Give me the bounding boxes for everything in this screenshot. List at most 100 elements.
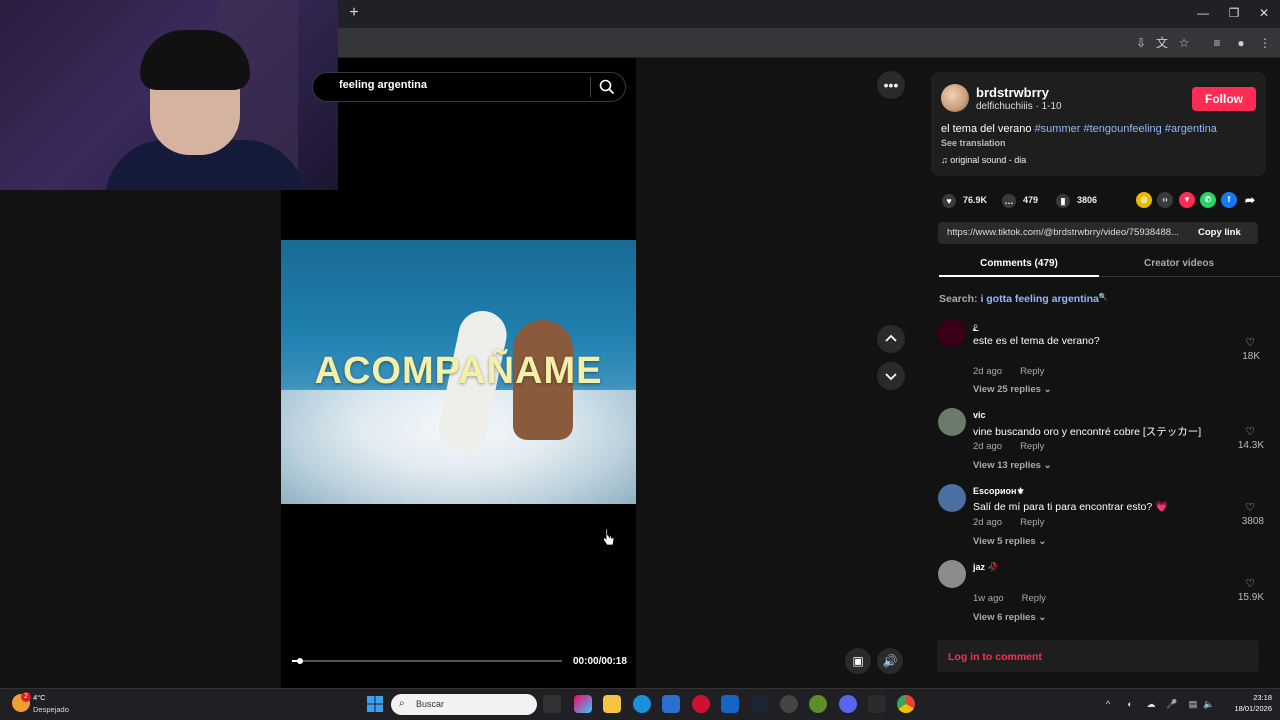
game-icon[interactable] [809,695,827,713]
restore-icon[interactable]: ❐ [1224,5,1244,21]
embed-icon[interactable]: ‹› [1157,192,1173,208]
taskbar-search[interactable] [391,694,537,715]
launcher-icon[interactable] [868,695,886,713]
comment-like-count: 18K [1242,351,1260,362]
comment-avatar[interactable] [938,484,966,512]
opera-icon[interactable] [692,695,710,713]
comment-like-icon[interactable]: ♡ [1243,425,1257,439]
network-icon[interactable]: ▤ [1187,698,1199,710]
copy-link-button[interactable]: Copy link [1198,227,1241,238]
store-icon[interactable] [662,695,680,713]
whatsapp-icon[interactable]: ✆ [1200,192,1216,208]
chrome-icon[interactable] [897,695,915,713]
comment-like-icon[interactable]: ♡ [1243,501,1257,515]
comment-author[interactable]: Escорион⚜ [973,486,1025,497]
login-to-comment-link[interactable]: Log in to comment [948,651,1042,663]
view-replies-button[interactable]: View 5 replies ⌄ [973,536,1046,547]
comment-button[interactable]: … 479 [1002,193,1038,208]
view-replies-label: View 25 replies [973,384,1041,395]
volume-tray-icon[interactable]: 🔈 [1203,698,1215,710]
discord-icon[interactable] [839,695,857,713]
comment-author[interactable]: vic [973,410,986,420]
author-avatar[interactable] [941,84,969,112]
volume-icon[interactable]: 🔊 [877,648,903,674]
profile-icon[interactable]: ● [1232,34,1250,52]
view-replies-button[interactable]: View 6 replies ⌄ [973,612,1046,623]
hashtag-link[interactable]: #argentina [1165,123,1217,135]
hashtag-link[interactable]: #summer [1035,123,1081,135]
search-icon[interactable] [598,78,616,96]
bookmark-star-icon[interactable]: ☆ [1175,34,1193,52]
search-icon: 🔍 [1098,294,1108,301]
comment-avatar[interactable] [938,408,966,436]
copilot-icon[interactable] [574,695,592,713]
comment-like-icon[interactable]: ♡ [1243,577,1257,591]
view-replies-button[interactable]: View 25 replies ⌄ [973,384,1052,395]
translate-icon[interactable]: 文 [1153,34,1171,52]
view-replies-button[interactable]: View 13 replies ⌄ [973,460,1052,471]
reply-button[interactable]: Reply [1020,441,1044,452]
outlook-icon[interactable] [721,695,739,713]
app-icon[interactable] [780,695,798,713]
save-button[interactable]: ▮ 3806 [1056,193,1097,208]
facebook-icon[interactable]: f [1221,192,1237,208]
file-explorer-icon[interactable] [603,695,621,713]
video-progress-track[interactable] [292,660,562,662]
see-translation-link[interactable]: See translation [941,138,1006,148]
task-view-icon[interactable] [543,695,561,713]
search-suggestion[interactable]: Search: i gotta feeling argentina🔍 [939,293,1108,305]
author-subline: delfichuchiiis · 1-10 [976,101,1062,112]
comment-author[interactable]: ౖ [973,320,978,333]
video-controls-area [636,58,918,688]
tray-chevron-icon[interactable]: ^ [1102,698,1114,710]
comment-icon: … [1002,193,1016,208]
sound-link[interactable]: ♫ original sound - dia [941,155,1026,165]
steam-icon[interactable] [751,695,769,713]
tab-creator-videos[interactable]: Creator videos [1099,258,1259,269]
search-suggestion-query[interactable]: i gotta feeling argentina [980,293,1098,305]
mini-player-icon[interactable]: ▣ [845,648,871,674]
comment-text: Salí de mí para ti para encontrar esto? … [973,501,1169,513]
reading-list-icon[interactable]: ≡ [1208,34,1226,52]
comment-avatar[interactable] [938,319,966,347]
tab-comments[interactable]: Comments (479) [939,258,1099,269]
comment-avatar[interactable] [938,560,966,588]
new-tab-button[interactable]: + [346,5,362,21]
install-app-icon[interactable]: ⇩ [1132,34,1150,52]
tray-app-icon[interactable]: ◐ [1124,698,1136,710]
minimize-icon[interactable]: — [1193,5,1213,21]
share-arrow-icon[interactable]: ➦ [1242,192,1258,208]
chevron-down-icon: ⌄ [1038,612,1047,623]
comment-meta: 2d ago Reply [973,441,1044,452]
author-username[interactable]: brdstrwbrry [976,85,1049,100]
video-caption: ACOMPAÑAME [314,350,603,392]
edge-icon[interactable] [633,695,651,713]
hashtag-link[interactable]: #tengounfeeling [1083,123,1161,135]
tray-app-icon[interactable]: ☁ [1145,698,1157,710]
reply-button[interactable]: Reply [1020,517,1044,528]
mouse-cursor-icon [603,528,615,546]
send-icon[interactable]: ▼ [1179,192,1195,208]
close-icon[interactable]: ✕ [1254,5,1274,21]
reply-button[interactable]: Reply [1020,366,1044,377]
browser-menu-icon[interactable]: ⋮ [1256,34,1274,52]
like-button[interactable]: ♥ 76.9K [942,193,987,208]
previous-video-icon[interactable] [877,325,905,353]
coin-icon[interactable]: ◎ [1136,192,1152,208]
sound-name: original sound - dia [950,155,1027,165]
windows-start-icon[interactable] [366,695,384,713]
chevron-down-icon: ⌄ [1043,384,1052,395]
reply-button[interactable]: Reply [1022,593,1046,604]
comment-meta: 2d ago Reply [973,517,1044,528]
microphone-icon[interactable]: 🎤 [1166,698,1178,710]
taskbar-clock[interactable]: 23:18 18/01/2026 [1226,692,1272,714]
taskbar-search-placeholder: Buscar [416,699,445,709]
follow-button[interactable]: Follow [1192,87,1256,111]
comment-text: vine buscando oro y encontré cobre [ステッカ… [973,426,1202,438]
next-video-icon[interactable] [877,362,905,390]
more-options-icon[interactable]: ••• [877,71,905,99]
comment-author[interactable]: jaz 🥀 [973,562,999,573]
chevron-down-icon: ⌄ [1038,536,1047,547]
video-timecode: 00:00/00:18 [573,656,627,667]
comment-like-icon[interactable]: ♡ [1243,336,1257,350]
